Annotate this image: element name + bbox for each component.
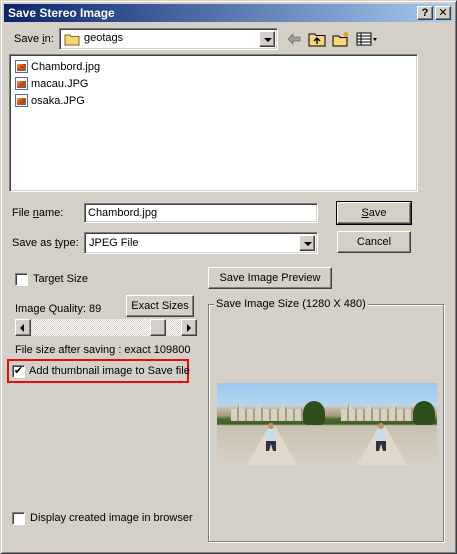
exact-sizes-button[interactable]: Exact Sizes xyxy=(126,295,194,317)
image-file-icon xyxy=(15,94,28,107)
stereo-preview-image xyxy=(217,383,437,465)
file-name-text: osaka.JPG xyxy=(31,94,85,107)
display-in-browser-checkbox[interactable] xyxy=(12,512,25,525)
file-list-item[interactable]: Chambord.jpg xyxy=(13,58,414,75)
help-button[interactable]: ? xyxy=(417,6,433,20)
save-as-type-label: Save as type: xyxy=(12,237,79,249)
file-name-label: File name: xyxy=(12,207,64,219)
save-button-mnemonic: S xyxy=(361,207,369,219)
file-list[interactable]: Chambord.jpg macau.JPG osaka.JPG xyxy=(9,54,418,192)
folder-icon xyxy=(64,34,80,46)
file-name-input[interactable]: Chambord.jpg xyxy=(84,203,318,223)
file-list-item[interactable]: macau.JPG xyxy=(13,75,414,92)
add-thumbnail-label: Add thumbnail image to Save file xyxy=(29,365,190,377)
add-thumbnail-checkbox[interactable]: ✔ xyxy=(12,365,25,378)
title-bar: Save Stereo Image ? ✕ xyxy=(4,4,453,22)
preview-right-half xyxy=(327,383,437,465)
file-name-text: Chambord.jpg xyxy=(31,60,101,73)
window-title: Save Stereo Image xyxy=(8,6,115,20)
chevron-down-icon[interactable] xyxy=(259,31,275,47)
image-quality-slider[interactable] xyxy=(15,319,197,336)
display-in-browser-label: Display created image in browser xyxy=(30,512,193,524)
file-name-text: macau.JPG xyxy=(31,77,89,90)
file-list-item[interactable]: osaka.JPG xyxy=(13,92,414,109)
save-image-preview-button[interactable]: Save Image Preview xyxy=(208,267,332,289)
file-name-value: Chambord.jpg xyxy=(88,207,158,219)
save-as-type-dropdown[interactable]: JPEG File xyxy=(84,232,318,254)
back-arrow-icon[interactable] xyxy=(286,31,302,47)
chevron-right-icon[interactable] xyxy=(181,319,197,336)
save-button-label: ave xyxy=(368,207,387,219)
chevron-down-icon[interactable] xyxy=(299,235,315,251)
target-size-label: Target Size xyxy=(33,273,89,285)
image-quality-value: 89 xyxy=(88,303,102,315)
close-button[interactable]: ✕ xyxy=(435,6,451,20)
preview-group-label: Save Image Size (1280 X 480) xyxy=(214,298,368,310)
view-menu-icon[interactable] xyxy=(356,31,378,47)
save-stereo-image-dialog: Save Stereo Image ? ✕ Save in: geotags C… xyxy=(0,0,457,554)
checkmark-icon: ✔ xyxy=(13,365,24,377)
image-file-icon xyxy=(15,60,28,73)
save-in-label: Save in: xyxy=(14,33,54,45)
new-folder-icon[interactable] xyxy=(332,31,350,47)
save-in-dropdown[interactable]: geotags xyxy=(59,28,278,50)
chevron-left-icon[interactable] xyxy=(15,319,31,336)
preview-left-half xyxy=(217,383,327,465)
save-button[interactable]: Save xyxy=(336,201,412,225)
image-quality-label: Image Quality: 89 xyxy=(15,303,102,315)
image-file-icon xyxy=(15,77,28,90)
save-as-type-value: JPEG File xyxy=(89,237,139,249)
cancel-button[interactable]: Cancel xyxy=(337,231,411,253)
up-folder-icon[interactable] xyxy=(308,31,326,47)
save-in-value: geotags xyxy=(84,32,124,44)
slider-thumb[interactable] xyxy=(150,319,166,336)
file-size-text: File size after saving : exact 109800 xyxy=(15,344,191,356)
target-size-checkbox[interactable] xyxy=(15,273,28,286)
